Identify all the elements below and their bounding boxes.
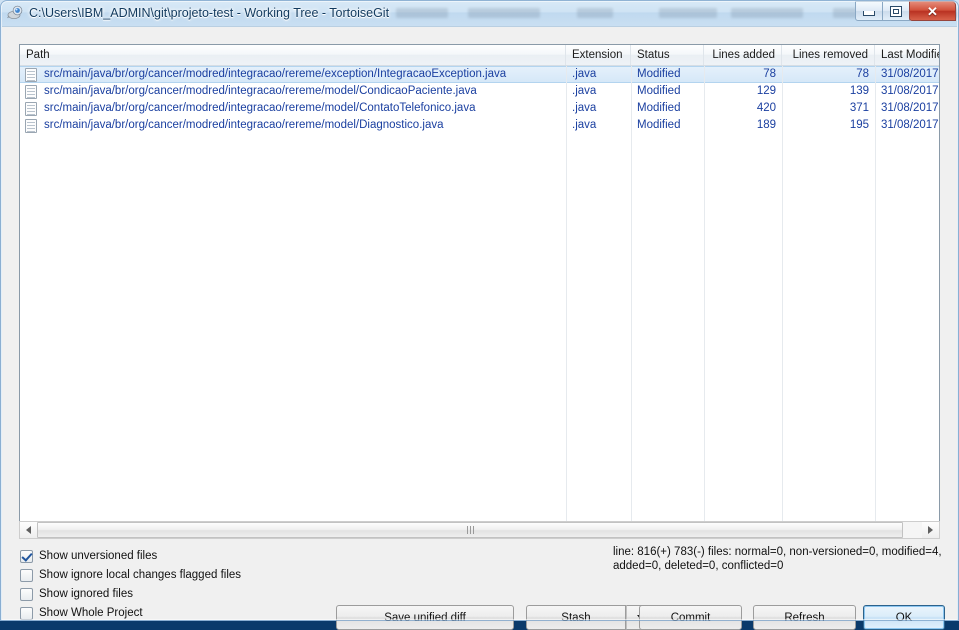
commit-button[interactable]: Commit [639,605,742,630]
cell-status: Modified [637,85,681,97]
cell-status: Modified [637,68,681,80]
cell-path: src/main/java/br/org/cancer/modred/integ… [44,68,507,80]
window-controls: ✕ [855,1,956,22]
option-show-unversioned-files[interactable]: Show unversioned files [20,547,241,565]
window-title: C:\Users\IBM_ADMIN\git\projeto-test - Wo… [29,6,390,20]
changed-files-list[interactable]: Path Extension Status Lines added Lines remo… [19,44,940,534]
title-bar[interactable]: C:\Users\IBM_ADMIN\git\projeto-test - Wo… [0,0,959,26]
cell-path: src/main/java/br/org/cancer/modred/integ… [44,102,476,114]
stash-button[interactable]: Stash [526,605,626,630]
grip-icon [472,526,474,534]
column-divider [704,66,705,533]
option-label: Show unversioned files [39,550,158,562]
list-header[interactable]: Path Extension Status Lines added Lines remo… [20,45,939,66]
cell-extension: .java [572,85,597,97]
cell-status: Modified [637,102,681,114]
grip-icon [466,526,468,534]
ghost-artifact [396,8,448,18]
scrollbar-thumb[interactable] [37,522,903,538]
close-button[interactable]: ✕ [909,1,956,21]
cell-lines-added: 420 [756,102,776,114]
cell-last-modified: 31/08/2017 17:3 [881,85,939,97]
status-line-2: added=0, deleted=0, conflicted=0 [613,560,784,572]
chevron-left-icon [26,526,31,534]
cell-lines-added: 78 [763,68,776,80]
cell-status: Modified [637,119,681,131]
cell-last-modified: 31/08/2017 17:3 [881,102,939,114]
cell-path: src/main/java/br/org/cancer/modred/integ… [44,85,477,97]
grip-icon [469,526,471,534]
option-label: Show Whole Project [39,607,143,619]
minimize-button[interactable] [855,1,883,21]
save-unified-diff-button[interactable]: Save unified diff [336,605,514,630]
cell-lines-removed: 139 [849,85,869,97]
close-icon: ✕ [927,3,938,19]
table-row[interactable]: src/main/java/br/org/cancer/modred/integ… [20,66,939,83]
option-label: Show ignore local changes flagged files [39,569,242,581]
ghost-artifact [577,8,613,18]
refresh-button[interactable]: Refresh [753,605,856,630]
restore-button[interactable] [882,1,910,21]
tortoisegit-icon [7,4,24,21]
minimize-icon [863,11,875,16]
ghost-artifact [731,8,803,18]
list-rows[interactable]: src/main/java/br/org/cancer/modred/integ… [20,66,939,134]
display-options-group: Show unversioned files Show ignore local … [20,547,241,623]
column-header-extension[interactable]: Extension [566,45,631,65]
checkbox-checked-icon[interactable] [20,549,33,563]
scrollbar-track[interactable] [37,522,922,538]
column-header-last-modified[interactable]: Last Modified [875,45,939,65]
scroll-left-button[interactable] [20,522,37,538]
restore-icon [890,5,902,17]
table-row[interactable]: src/main/java/br/org/cancer/modred/integ… [20,117,939,134]
option-show-whole-project[interactable]: Show Whole Project [20,604,241,622]
cell-last-modified: 31/08/2017 17:3 [881,68,939,80]
cell-lines-added: 129 [756,85,776,97]
cell-lines-removed: 195 [849,119,869,131]
column-divider [875,66,876,533]
cell-lines-removed: 78 [856,68,869,80]
cell-lines-removed: 371 [849,102,869,114]
column-header-lines-removed[interactable]: Lines removed [782,45,875,65]
option-label: Show ignored files [39,588,133,600]
column-divider [782,66,783,533]
checkbox-icon[interactable] [20,587,33,601]
cell-extension: .java [572,119,597,131]
chevron-right-icon [928,526,933,534]
cell-last-modified: 31/08/2017 17:3 [881,119,939,131]
ghost-artifact [659,8,717,18]
ghost-artifact [468,8,540,18]
status-line-1: line: 816(+) 783(-) files: normal=0, non… [613,546,942,558]
column-header-lines-added[interactable]: Lines added [704,45,782,65]
scroll-right-button[interactable] [922,522,939,538]
cell-extension: .java [572,102,597,114]
cell-lines-added: 189 [756,119,776,131]
column-divider [631,66,632,533]
cell-path: src/main/java/br/org/cancer/modred/integ… [44,119,444,131]
option-show-ignored-files[interactable]: Show ignored files [20,585,241,603]
dialog-client-area: Path Extension Status Lines added Lines remo… [2,26,957,630]
checkbox-icon[interactable] [20,606,33,620]
status-summary: line: 816(+) 783(-) files: normal=0, non… [613,545,943,573]
cell-extension: .java [572,68,597,80]
column-header-path[interactable]: Path [20,45,566,65]
option-show-ignore-local-changes-flagged-files[interactable]: Show ignore local changes flagged files [20,566,241,584]
checkbox-icon[interactable] [20,568,33,582]
horizontal-scrollbar[interactable] [19,521,940,539]
tortoisegit-working-tree-window: C:\Users\IBM_ADMIN\git\projeto-test - Wo… [0,0,959,630]
column-header-status[interactable]: Status [631,45,704,65]
table-row[interactable]: src/main/java/br/org/cancer/modred/integ… [20,100,939,117]
column-divider [566,66,567,533]
ok-button[interactable]: OK [863,605,945,630]
table-row[interactable]: src/main/java/br/org/cancer/modred/integ… [20,83,939,100]
